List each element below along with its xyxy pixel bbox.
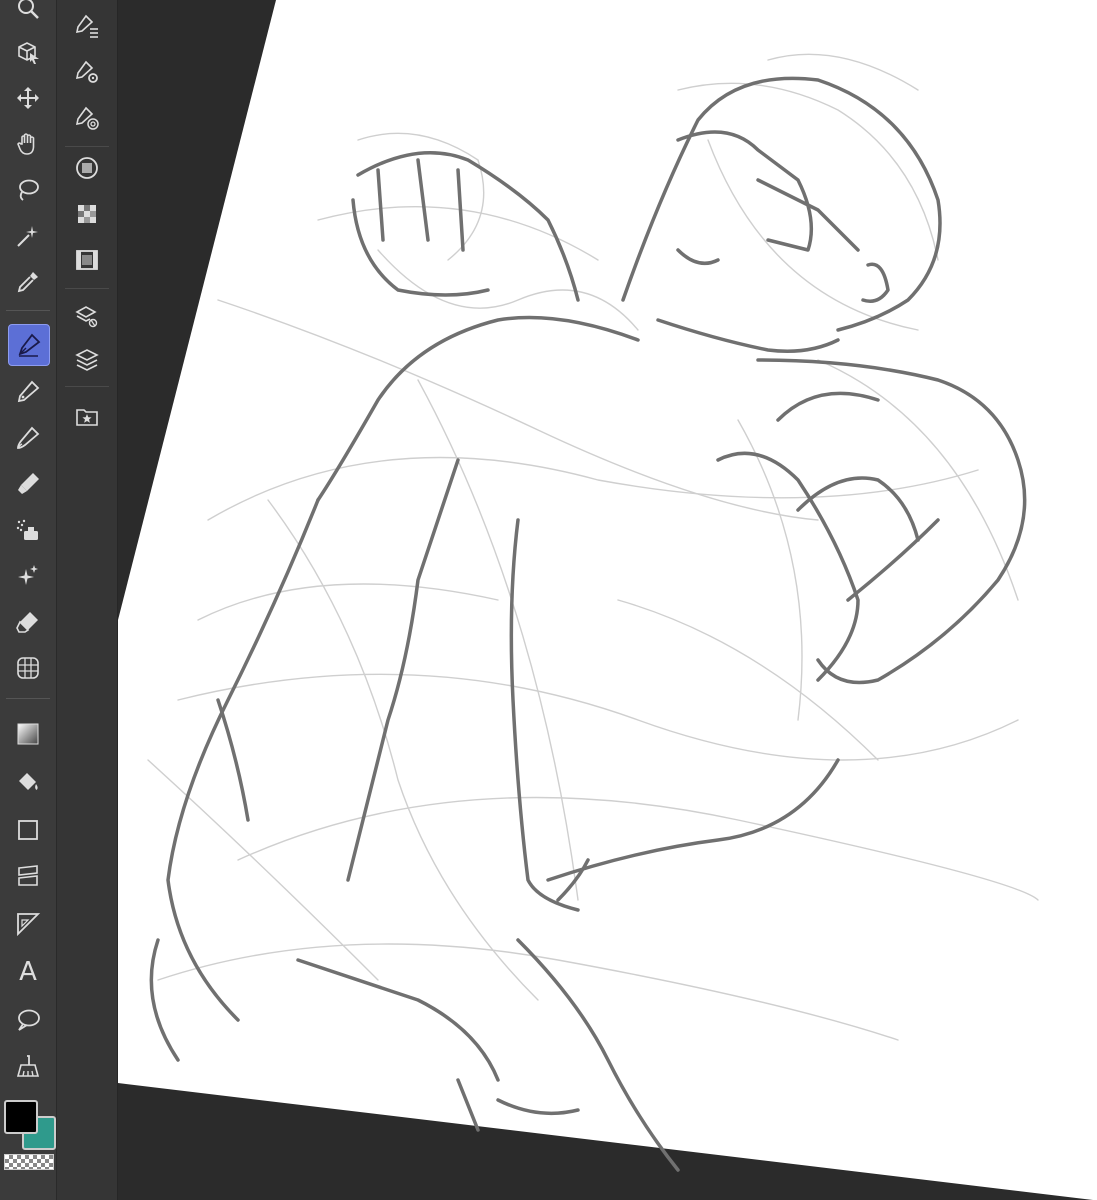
material-button[interactable] [67, 396, 107, 436]
palette-bar [57, 0, 118, 1200]
frame-border-tool[interactable] [8, 856, 48, 896]
material-icon [76, 409, 98, 426]
frame-border-icon [18, 865, 38, 886]
eraser-icon [16, 612, 38, 633]
eyedropper-icon [17, 272, 38, 293]
text-icon: A [19, 957, 37, 987]
tool-property-button[interactable] [67, 52, 107, 92]
color-set-button[interactable] [67, 194, 107, 234]
ruler-icon [17, 913, 41, 937]
sub-tool-list-button[interactable] [67, 6, 107, 46]
pencil-tool[interactable] [8, 372, 48, 412]
marker-icon [18, 473, 39, 494]
hand-icon [17, 133, 35, 155]
pen-tool[interactable] [8, 324, 50, 366]
marker-tool[interactable] [8, 464, 48, 504]
transparent-color[interactable] [4, 1154, 54, 1170]
layer-property-icon [75, 306, 98, 328]
pen-icon [18, 333, 41, 357]
animation-timeline-button[interactable] [67, 240, 107, 280]
fill-tool[interactable] [8, 762, 48, 802]
palette-separator [65, 288, 109, 289]
brush-tool[interactable] [8, 418, 48, 458]
brush-size-icon [75, 106, 99, 130]
hand-tool[interactable] [8, 124, 48, 164]
zoom-icon [18, 0, 39, 19]
color-swatches [0, 1092, 56, 1182]
correct-line-tool[interactable] [8, 1046, 48, 1086]
ruler-tool[interactable] [8, 904, 48, 944]
airbrush-icon [16, 519, 38, 540]
figure-icon [18, 820, 38, 840]
balloon-tool[interactable] [8, 1000, 48, 1040]
blend-tool[interactable] [8, 648, 48, 688]
brush-size-button[interactable] [67, 98, 107, 138]
palette-separator [65, 386, 109, 387]
magic-wand-icon [17, 226, 38, 247]
decoration-icon [18, 565, 38, 585]
layer-property-button[interactable] [67, 296, 107, 336]
gradient-tool[interactable] [8, 714, 48, 754]
magic-wand-tool[interactable] [8, 216, 48, 256]
fill-icon [19, 773, 38, 790]
eyedropper-tool[interactable] [8, 262, 48, 302]
figure-tool[interactable] [8, 810, 48, 850]
operation-tool[interactable] [8, 32, 48, 72]
main-drawing-color[interactable] [4, 1100, 38, 1134]
move-layer-icon [17, 87, 39, 109]
text-tool[interactable]: A [8, 952, 48, 992]
color-circle-button[interactable] [67, 148, 107, 188]
pencil-icon [17, 380, 40, 403]
lasso-icon [19, 179, 39, 201]
blend-icon [17, 657, 39, 679]
decoration-tool[interactable] [8, 556, 48, 596]
canvas-page[interactable] [118, 0, 1097, 1200]
operation-icon [18, 42, 39, 64]
correct-line-icon [16, 1055, 40, 1077]
balloon-icon [18, 1009, 40, 1031]
zoom-tool[interactable] [8, 0, 48, 28]
layers-icon [75, 349, 99, 371]
palette-separator [65, 146, 109, 147]
tool-property-icon [75, 60, 98, 83]
animation-timeline-icon [76, 250, 98, 270]
tool-palette: A [0, 0, 57, 1200]
sub-tool-list-icon [75, 14, 98, 38]
gradient-icon [17, 723, 39, 745]
brush-icon [17, 426, 40, 449]
eraser-tool[interactable] [8, 602, 48, 642]
canvas-view[interactable] [118, 0, 1097, 1200]
canvas-area[interactable] [118, 0, 1097, 1200]
move-layer-tool[interactable] [8, 78, 48, 118]
lasso-tool[interactable] [8, 170, 48, 210]
palette-separator [6, 698, 50, 699]
color-circle-icon [76, 157, 98, 179]
palette-separator [6, 310, 50, 311]
layers-button[interactable] [67, 340, 107, 380]
airbrush-tool[interactable] [8, 510, 48, 550]
color-set-icon [78, 205, 96, 223]
